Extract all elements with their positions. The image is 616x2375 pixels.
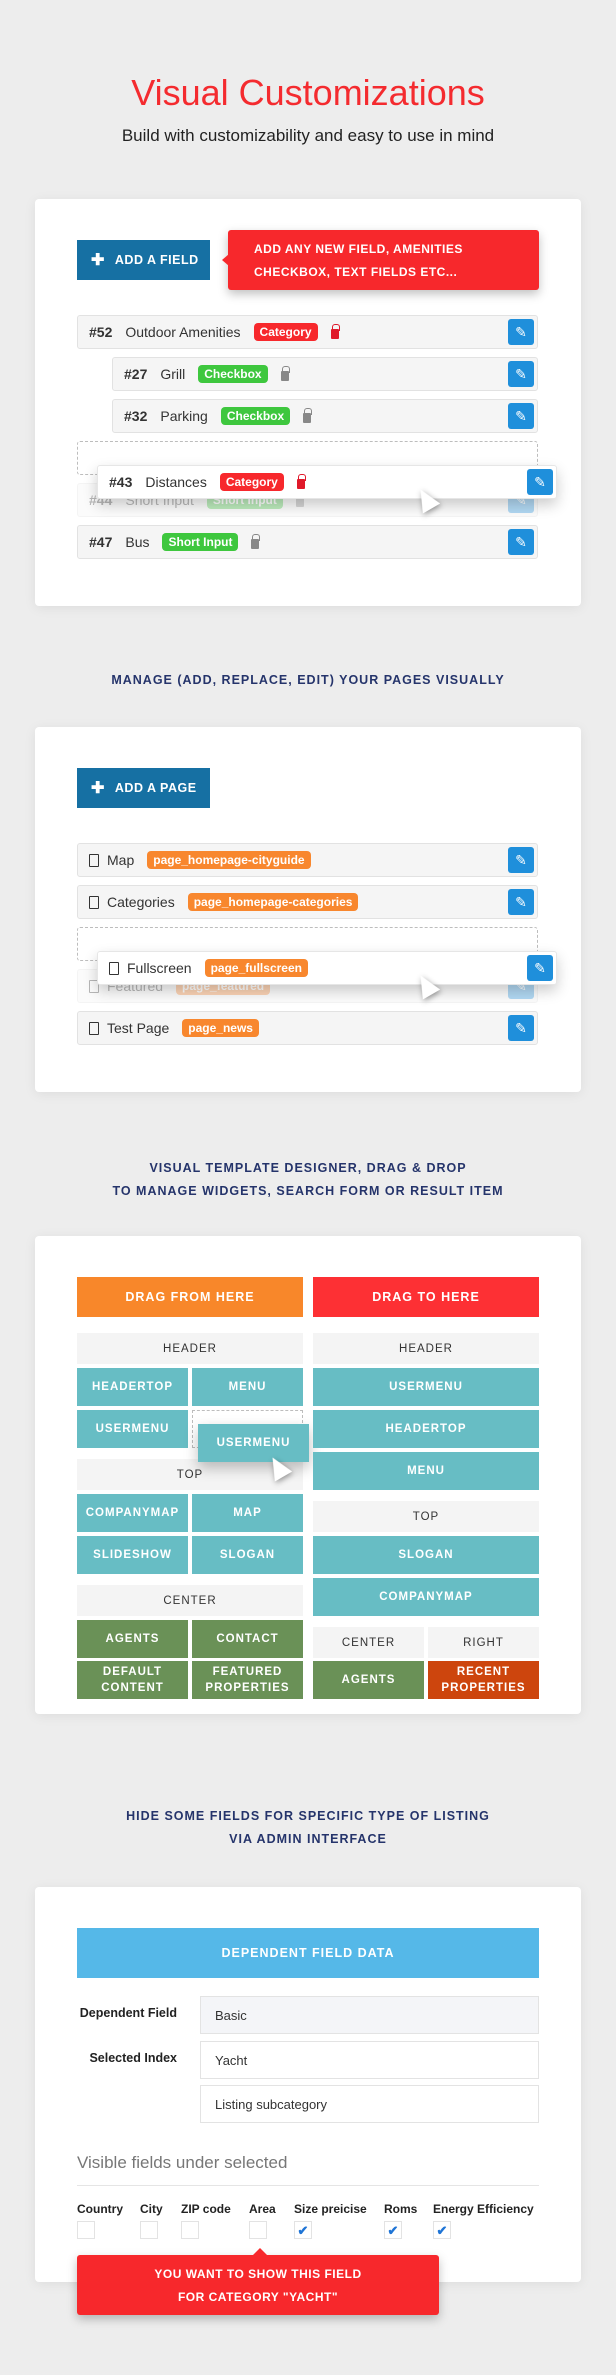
drag-from-header: DRAG FROM HERE <box>77 1277 303 1317</box>
field-row[interactable]: #52 Outdoor Amenities Category ✎ <box>77 315 538 349</box>
type-badge: Category <box>253 323 318 341</box>
check-icon: ✔ <box>436 2223 448 2238</box>
widget-slogan[interactable]: SLOGAN <box>192 1536 303 1574</box>
checkbox-label: Country <box>77 2202 123 2216</box>
divider <box>77 2185 539 2186</box>
widget-headertop[interactable]: HEADERTOP <box>313 1410 539 1448</box>
page-row[interactable]: Map page_homepage-cityguide ✎ <box>77 843 538 877</box>
field-checkbox[interactable]: ✔ <box>294 2221 312 2239</box>
checkbox-label: Energy Efficiency <box>433 2202 534 2216</box>
field-checkbox[interactable] <box>181 2221 199 2239</box>
widget-slogan[interactable]: SLOGAN <box>313 1536 539 1574</box>
page-row[interactable]: Categories page_homepage-categories ✎ <box>77 885 538 919</box>
lock-icon <box>303 408 313 423</box>
lock-icon <box>251 534 261 549</box>
widget-companymap[interactable]: COMPANYMAP <box>313 1578 539 1616</box>
subcategory-select[interactable]: Listing subcategory <box>200 2085 539 2123</box>
type-badge: Checkbox <box>198 365 268 383</box>
widget-featured-properties[interactable]: FEATURED PROPERTIES <box>192 1661 303 1699</box>
page-tag: page_news <box>182 1019 259 1037</box>
type-badge: Short Input <box>162 533 239 551</box>
edit-button[interactable]: ✎ <box>508 529 534 555</box>
edit-button[interactable]: ✎ <box>508 889 534 915</box>
widget-agents[interactable]: AGENTS <box>313 1661 424 1699</box>
add-field-tooltip: ADD ANY NEW FIELD, AMENITIES CHECKBOX, TE… <box>222 230 539 290</box>
checkbox-label: City <box>140 2202 163 2216</box>
zone-center: CENTER <box>77 1585 303 1616</box>
widget-default-content[interactable]: DEFAULT CONTENT <box>77 1661 188 1699</box>
plus-icon: ✚ <box>91 780 105 797</box>
checkbox-label: ZIP code <box>181 2202 231 2216</box>
page-subtitle: Build with customizability and easy to u… <box>121 126 495 145</box>
lock-icon <box>280 366 290 381</box>
zone-header: HEADER <box>313 1333 539 1364</box>
file-icon <box>89 853 99 867</box>
checkbox-label: Roms <box>384 2202 418 2216</box>
zone-header: HEADER <box>77 1333 303 1364</box>
lock-icon <box>296 474 306 489</box>
lock-icon <box>330 324 340 339</box>
zone-right: RIGHT <box>428 1627 539 1658</box>
field-row[interactable]: #47 Bus Short Input ✎ <box>77 525 538 559</box>
drag-to-header: DRAG TO HERE <box>313 1277 539 1317</box>
widget-map[interactable]: MAP <box>192 1494 303 1532</box>
edit-button[interactable]: ✎ <box>508 361 534 387</box>
checkbox-label: Size preicise <box>294 2202 367 2216</box>
zone-top: TOP <box>313 1501 539 1532</box>
widget-agents[interactable]: AGENTS <box>77 1620 188 1658</box>
widget-slideshow[interactable]: SLIDESHOW <box>77 1536 188 1574</box>
field-checkbox[interactable] <box>140 2221 158 2239</box>
widget-usermenu[interactable]: USERMENU <box>77 1410 188 1448</box>
add-field-button[interactable]: ✚ ADD A FIELD <box>77 240 210 280</box>
page-tag: page_fullscreen <box>204 959 308 977</box>
panel-title: DEPENDENT FIELD DATA <box>77 1928 539 1978</box>
widget-menu[interactable]: MENU <box>192 1368 303 1406</box>
edit-button[interactable]: ✎ <box>508 319 534 345</box>
check-icon: ✔ <box>297 2223 309 2238</box>
widget-headertop[interactable]: HEADERTOP <box>77 1368 188 1406</box>
page-tag: page_homepage-categories <box>187 893 359 911</box>
visible-fields-title: Visible fields under selected <box>77 2153 288 2172</box>
field-row[interactable]: #32 Parking Checkbox ✎ <box>112 399 538 433</box>
dragged-page-row[interactable]: Fullscreen page_fullscreen ✎ <box>97 951 557 985</box>
checkbox-label: Area <box>249 2202 276 2216</box>
field-row[interactable]: #27 Grill Checkbox ✎ <box>112 357 538 391</box>
file-icon <box>109 961 119 975</box>
edit-button[interactable]: ✎ <box>508 847 534 873</box>
widget-menu[interactable]: MENU <box>313 1452 539 1490</box>
widget-recent-properties[interactable]: RECENT PROPERTIES <box>428 1661 539 1699</box>
page-title: Visual Customizations <box>131 72 485 113</box>
page-tag: page_homepage-cityguide <box>147 851 311 869</box>
edit-button[interactable]: ✎ <box>508 1015 534 1041</box>
field-checkbox[interactable] <box>77 2221 95 2239</box>
dragged-field-row[interactable]: #43 Distances Category ✎ <box>97 465 557 499</box>
edit-button[interactable]: ✎ <box>527 955 553 981</box>
widget-usermenu[interactable]: USERMENU <box>313 1368 539 1406</box>
dependent-field-label: Dependent Field <box>79 2006 177 2020</box>
file-icon <box>89 1021 99 1035</box>
edit-button[interactable]: ✎ <box>508 403 534 429</box>
widget-contact[interactable]: CONTACT <box>192 1620 303 1658</box>
widget-companymap[interactable]: COMPANYMAP <box>77 1494 188 1532</box>
edit-button[interactable]: ✎ <box>527 469 553 495</box>
field-checkbox[interactable]: ✔ <box>384 2221 402 2239</box>
add-page-button[interactable]: ✚ ADD A PAGE <box>77 768 210 808</box>
page-row[interactable]: Test Page page_news ✎ <box>77 1011 538 1045</box>
selected-index-label: Selected Index <box>89 2051 177 2065</box>
file-icon <box>89 895 99 909</box>
plus-icon: ✚ <box>91 252 105 269</box>
dependent-heading: HIDE SOME FIELDS FOR SPECIFIC TYPE OF LI… <box>126 1809 490 1846</box>
type-badge: Category <box>219 473 284 491</box>
designer-heading: VISUAL TEMPLATE DESIGNER, DRAG & DROP TO … <box>112 1161 504 1198</box>
dragged-widget-usermenu[interactable]: USERMENU <box>198 1424 309 1462</box>
field-checkbox[interactable]: ✔ <box>433 2221 451 2239</box>
pages-heading: MANAGE (ADD, REPLACE, EDIT) YOUR PAGES V… <box>111 673 505 687</box>
dependent-field-select[interactable]: Basic <box>200 1996 539 2034</box>
field-checkbox[interactable] <box>249 2221 267 2239</box>
zone-center: CENTER <box>313 1627 424 1658</box>
yacht-tooltip: YOU WANT TO SHOW THIS FIELD FOR CATEGORY … <box>77 2248 439 2315</box>
type-badge: Checkbox <box>220 407 291 425</box>
selected-index-select[interactable]: Yacht <box>200 2041 539 2079</box>
check-icon: ✔ <box>387 2223 399 2238</box>
